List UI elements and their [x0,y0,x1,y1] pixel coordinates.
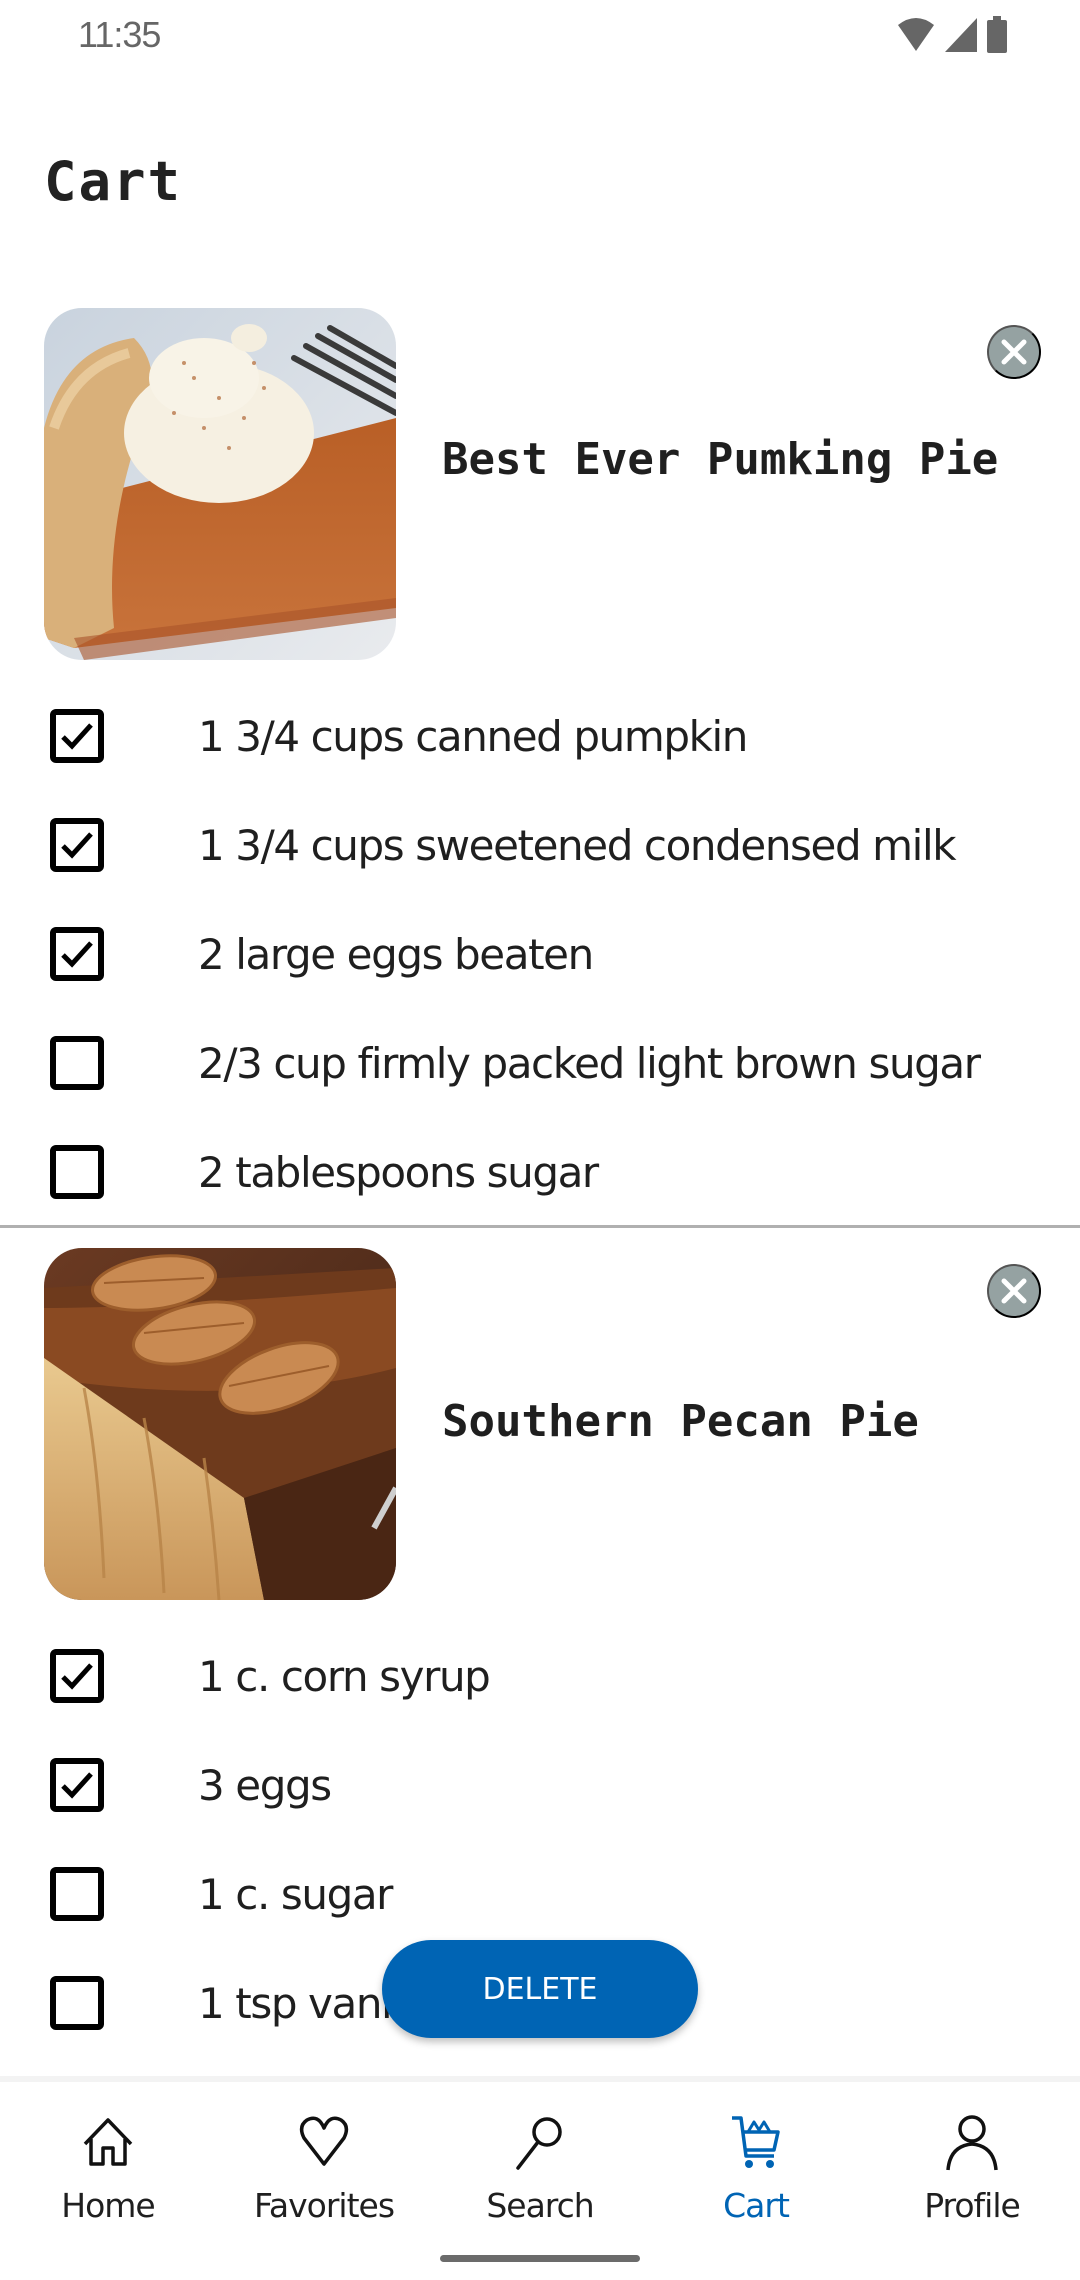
nav-label: Search [486,2186,594,2225]
ingredient-row[interactable]: 1 3/4 cups sweetened condensed milk [0,795,1080,895]
nav-label: Favorites [253,2186,395,2225]
nav-label: Cart [723,2186,790,2225]
remove-recipe-button[interactable] [987,325,1041,379]
close-icon [1001,339,1027,365]
ingredient-label: 1 c. sugar [198,1869,393,1919]
page-title: Cart [44,150,183,213]
wifi-icon [896,17,936,53]
recipe-title: Southern Pecan Pie [442,1396,919,1447]
profile-icon [946,2115,998,2171]
nav-label: Home [61,2186,155,2225]
close-icon [1001,1278,1027,1304]
ingredient-label: 1 3/4 cups canned pumpkin [198,711,748,761]
checkmark-icon [61,941,93,968]
nav-item-favorites[interactable]: Favorites [224,2112,424,2252]
nav-item-profile[interactable]: Profile [872,2112,1072,2252]
ingredient-label: 1 3/4 cups sweetened condensed milk [198,820,957,870]
ingredient-label: 3 eggs [198,1760,332,1810]
recipe-image[interactable] [44,1248,396,1600]
heart-icon [299,2116,349,2166]
ingredient-row[interactable]: 1 c. corn syrup [0,1626,1080,1726]
delete-button[interactable]: DELETE [382,1940,698,2038]
checkbox-checked[interactable] [50,1758,104,1812]
checkbox-checked[interactable] [50,927,104,981]
checkmark-icon [61,1772,93,1799]
checkmark-icon [61,832,93,859]
status-bar: 11:35 [0,0,1080,70]
nav-item-cart[interactable]: Cart [656,2112,856,2252]
nav-label: Profile [924,2186,1021,2225]
checkbox-unchecked[interactable] [50,1867,104,1921]
pecan-pie-photo [44,1248,396,1600]
checkbox-unchecked[interactable] [50,1036,104,1090]
pumpkin-pie-photo [44,308,396,660]
ingredient-row[interactable]: 1 c. sugar [0,1844,1080,1944]
ingredient-row[interactable]: 2/3 cup firmly packed light brown sugar [0,1013,1080,1113]
ingredient-row[interactable]: 2 large eggs beaten [0,904,1080,1004]
checkbox-checked[interactable] [50,709,104,763]
nav-item-search[interactable]: Search [440,2112,640,2252]
search-icon [516,2117,562,2170]
home-indicator[interactable] [440,2255,640,2262]
nav-item-home[interactable]: Home [8,2112,208,2252]
bottom-nav: Home Favorites Search Cart Profile [0,2076,1080,2280]
status-icons [896,16,1008,54]
ingredient-label: 2 tablespoons sugar [198,1147,599,1197]
recipe-image[interactable] [44,308,396,660]
cart-icon [732,2116,780,2168]
checkbox-unchecked[interactable] [50,1976,104,2030]
battery-icon [986,16,1008,54]
checkbox-checked[interactable] [50,818,104,872]
checkbox-unchecked[interactable] [50,1145,104,1199]
cell-signal-icon [944,17,978,53]
checkmark-icon [61,1663,93,1690]
remove-recipe-button[interactable] [987,1264,1041,1318]
ingredient-label: 2 large eggs beaten [198,929,594,979]
home-icon [83,2118,133,2166]
recipe-title: Best Ever Pumking Pie [442,434,999,485]
ingredient-row[interactable]: 1 3/4 cups canned pumpkin [0,686,1080,786]
status-time: 11:35 [78,14,161,55]
ingredient-row[interactable]: 2 tablespoons sugar [0,1122,1080,1222]
recipe-divider [0,1225,1080,1228]
checkmark-icon [61,723,93,750]
ingredient-label: 1 c. corn syrup [198,1651,491,1701]
checkbox-checked[interactable] [50,1649,104,1703]
ingredient-row[interactable]: 3 eggs [0,1735,1080,1835]
ingredient-label: 2/3 cup firmly packed light brown sugar [198,1038,981,1088]
